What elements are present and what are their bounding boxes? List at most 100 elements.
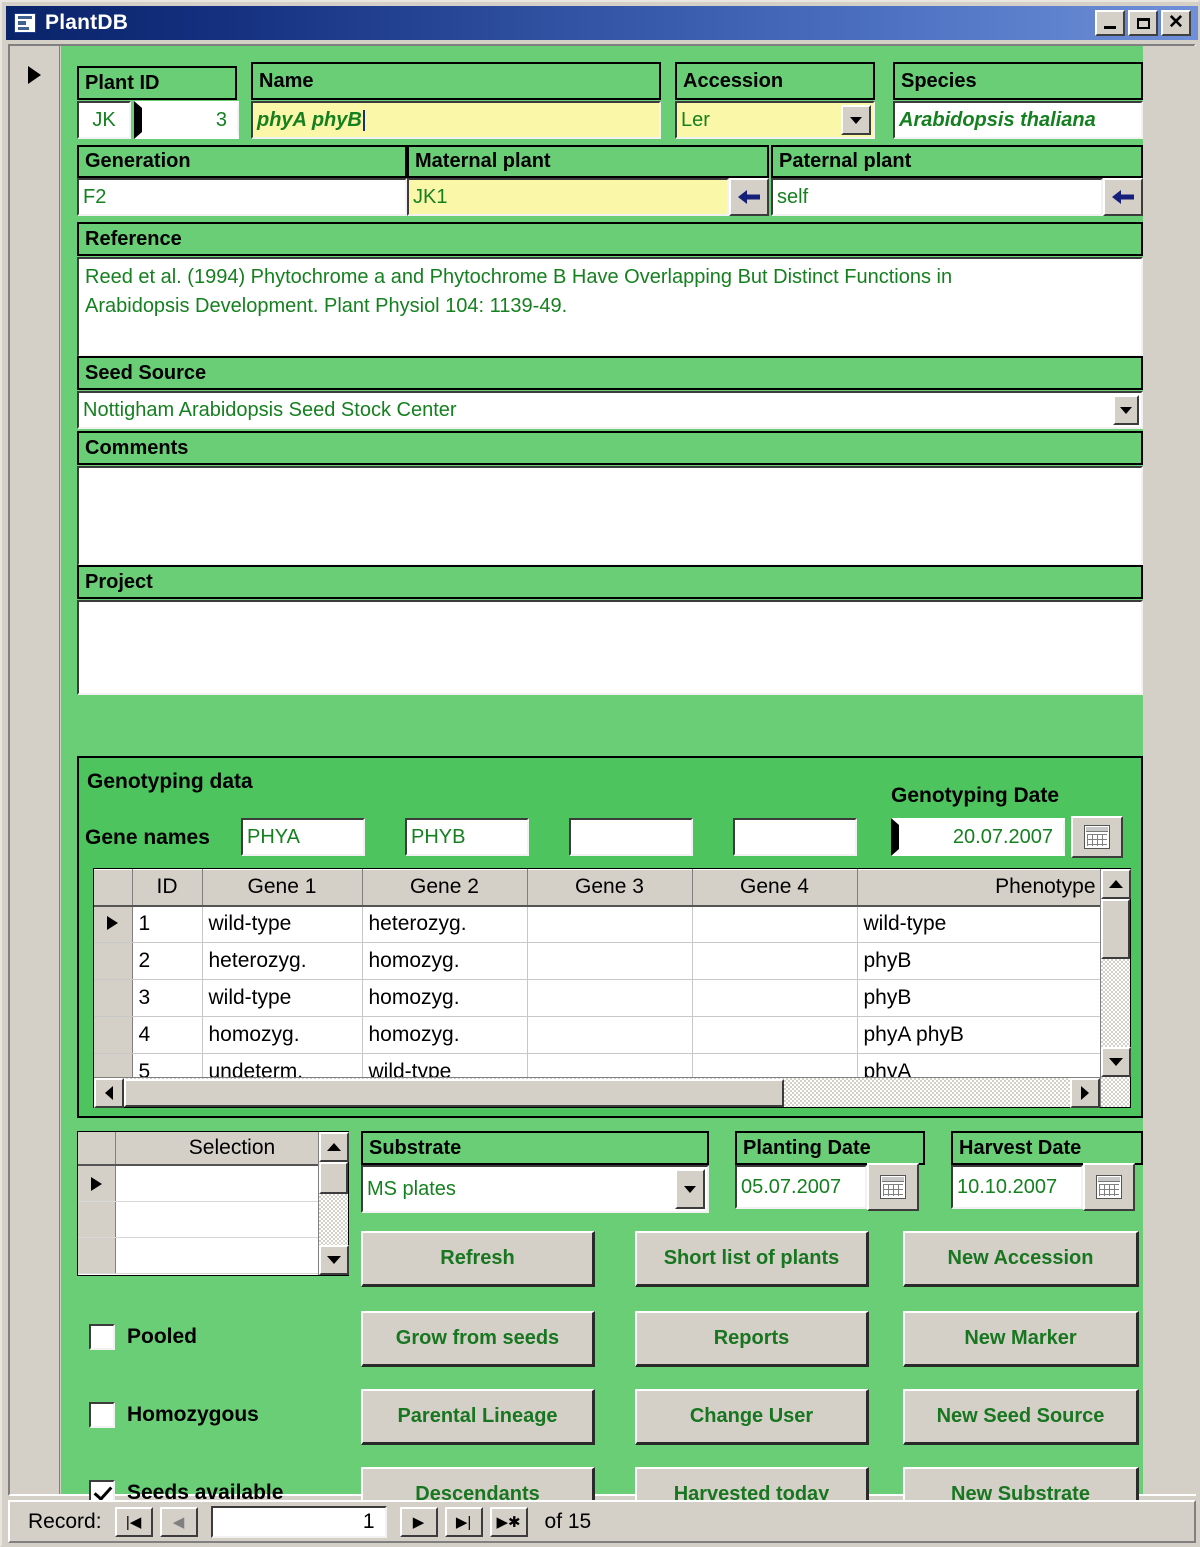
header-selector-corner[interactable] bbox=[94, 870, 132, 906]
genotyping-date-field[interactable]: 20.07.2007 bbox=[891, 818, 1065, 856]
species-field[interactable]: Arabidopsis thaliana bbox=[893, 101, 1143, 139]
horizontal-scroll-thumb[interactable] bbox=[124, 1079, 784, 1107]
table-row[interactable]: 3 wild-type homozyg. phyB bbox=[94, 980, 1102, 1017]
cell-id[interactable]: 2 bbox=[132, 943, 202, 980]
gene-name-4-field[interactable] bbox=[733, 818, 857, 856]
cell-phenotype[interactable]: phyB bbox=[857, 980, 1102, 1017]
short-list-of-plants-button[interactable]: Short list of plants bbox=[635, 1231, 869, 1287]
header-gene-4[interactable]: Gene 4 bbox=[692, 870, 857, 906]
cell-gene-4[interactable] bbox=[692, 943, 857, 980]
new-accession-button[interactable]: New Accession bbox=[903, 1231, 1139, 1287]
header-phenotype[interactable]: Phenotype bbox=[857, 870, 1102, 906]
accession-combo[interactable]: Ler bbox=[675, 101, 875, 139]
parental-lineage-button[interactable]: Parental Lineage bbox=[361, 1389, 595, 1445]
header-gene-3[interactable]: Gene 3 bbox=[527, 870, 692, 906]
cell-gene-3[interactable] bbox=[527, 1017, 692, 1054]
new-seed-source-button[interactable]: New Seed Source bbox=[903, 1389, 1139, 1445]
generation-field[interactable]: F2 bbox=[77, 178, 407, 216]
list-item[interactable] bbox=[78, 1166, 348, 1202]
chevron-down-icon[interactable] bbox=[1113, 395, 1139, 425]
chevron-down-icon[interactable] bbox=[841, 105, 871, 135]
row-selector[interactable] bbox=[78, 1238, 116, 1273]
gene-name-1-field[interactable]: PHYA bbox=[241, 818, 365, 856]
first-record-button[interactable]: |◀ bbox=[115, 1507, 153, 1537]
scroll-left-button[interactable] bbox=[94, 1078, 124, 1108]
cell-gene-1[interactable]: homozyg. bbox=[202, 1017, 362, 1054]
cell-gene-2[interactable]: homozyg. bbox=[362, 943, 527, 980]
row-selector[interactable] bbox=[94, 943, 132, 980]
pooled-checkbox-row[interactable]: Pooled bbox=[89, 1324, 197, 1350]
plant-id-number-field[interactable]: 3 bbox=[134, 101, 239, 139]
current-record-input[interactable]: 1 bbox=[211, 1506, 387, 1538]
gene-name-2-field[interactable]: PHYB bbox=[405, 818, 529, 856]
last-record-button[interactable]: ▶| bbox=[445, 1507, 483, 1537]
paternal-plant-goto-button[interactable] bbox=[1103, 178, 1143, 216]
chevron-down-icon[interactable] bbox=[675, 1169, 705, 1209]
scroll-up-button[interactable] bbox=[1101, 869, 1131, 899]
cell-phenotype[interactable]: phyB bbox=[857, 943, 1102, 980]
reference-field[interactable]: Reed et al. (1994) Phytochrome a and Phy… bbox=[77, 257, 1143, 357]
planting-date-field[interactable]: 05.07.2007 bbox=[735, 1165, 867, 1209]
reports-button[interactable]: Reports bbox=[635, 1311, 869, 1367]
selection-cell[interactable] bbox=[116, 1202, 348, 1237]
cell-gene-4[interactable] bbox=[692, 906, 857, 943]
cell-gene-1[interactable]: wild-type bbox=[202, 980, 362, 1017]
gene-name-3-field[interactable] bbox=[569, 818, 693, 856]
scroll-down-button[interactable] bbox=[1101, 1047, 1131, 1077]
cell-phenotype[interactable]: phyA phyB bbox=[857, 1017, 1102, 1054]
selection-cell[interactable] bbox=[116, 1238, 348, 1273]
cell-gene-1[interactable]: heterozyg. bbox=[202, 943, 362, 980]
cell-gene-2[interactable]: homozyg. bbox=[362, 980, 527, 1017]
harvest-date-field[interactable]: 10.10.2007 bbox=[951, 1165, 1083, 1209]
cell-gene-3[interactable] bbox=[527, 943, 692, 980]
table-row[interactable]: 1 wild-type heterozyg. wild-type bbox=[94, 906, 1102, 943]
vertical-scroll-thumb[interactable] bbox=[1101, 899, 1130, 959]
close-button[interactable]: ✕ bbox=[1161, 10, 1191, 36]
list-item[interactable] bbox=[78, 1202, 348, 1238]
name-field[interactable]: phyA phyB bbox=[251, 101, 661, 139]
maternal-plant-goto-button[interactable] bbox=[729, 178, 769, 216]
next-record-button[interactable]: ▶ bbox=[400, 1507, 438, 1537]
seed-source-combo[interactable]: Nottigham Arabidopsis Seed Stock Center bbox=[77, 391, 1143, 429]
cell-id[interactable]: 3 bbox=[132, 980, 202, 1017]
harvest-date-picker-button[interactable] bbox=[1083, 1163, 1135, 1211]
row-selector[interactable] bbox=[78, 1166, 116, 1201]
change-user-button[interactable]: Change User bbox=[635, 1389, 869, 1445]
maternal-plant-field[interactable]: JK1 bbox=[407, 178, 729, 216]
row-selector[interactable] bbox=[78, 1202, 116, 1237]
paternal-plant-field[interactable]: self bbox=[771, 178, 1103, 216]
cell-gene-1[interactable]: wild-type bbox=[202, 906, 362, 943]
selection-cell[interactable] bbox=[116, 1166, 348, 1201]
grow-from-seeds-button[interactable]: Grow from seeds bbox=[361, 1311, 595, 1367]
cell-gene-2[interactable]: heterozyg. bbox=[362, 906, 527, 943]
cell-gene-2[interactable]: homozyg. bbox=[362, 1017, 527, 1054]
refresh-button[interactable]: Refresh bbox=[361, 1231, 595, 1287]
scroll-right-button[interactable] bbox=[1070, 1078, 1100, 1108]
row-selector[interactable] bbox=[94, 906, 132, 943]
vertical-scroll-thumb[interactable] bbox=[319, 1162, 348, 1194]
header-gene-2[interactable]: Gene 2 bbox=[362, 870, 527, 906]
datasheet-horizontal-scrollbar[interactable] bbox=[94, 1077, 1100, 1107]
homozygous-checkbox[interactable] bbox=[89, 1402, 115, 1428]
new-record-button[interactable]: ▶✱ bbox=[490, 1507, 528, 1537]
cell-id[interactable]: 1 bbox=[132, 906, 202, 943]
cell-id[interactable]: 4 bbox=[132, 1017, 202, 1054]
selection-header-corner[interactable] bbox=[78, 1132, 116, 1164]
selection-header-label[interactable]: Selection bbox=[116, 1136, 348, 1160]
cell-gene-3[interactable] bbox=[527, 906, 692, 943]
maximize-button[interactable] bbox=[1128, 10, 1158, 36]
genotyping-datasheet[interactable]: ID Gene 1 Gene 2 Gene 3 Gene 4 Phenotype bbox=[93, 868, 1131, 1108]
new-marker-button[interactable]: New Marker bbox=[903, 1311, 1139, 1367]
record-selector-bar[interactable] bbox=[10, 46, 60, 1494]
minimize-button[interactable] bbox=[1095, 10, 1125, 36]
table-row[interactable]: 4 homozyg. homozyg. phyA phyB bbox=[94, 1017, 1102, 1054]
pooled-checkbox[interactable] bbox=[89, 1324, 115, 1350]
header-id[interactable]: ID bbox=[132, 870, 202, 906]
cell-gene-3[interactable] bbox=[527, 980, 692, 1017]
scroll-down-button[interactable] bbox=[319, 1245, 349, 1275]
scroll-up-button[interactable] bbox=[319, 1132, 349, 1162]
datasheet-vertical-scrollbar[interactable] bbox=[1100, 869, 1130, 1107]
substrate-combo[interactable]: MS plates bbox=[361, 1165, 709, 1213]
project-field[interactable] bbox=[77, 600, 1143, 695]
comments-field[interactable] bbox=[77, 466, 1143, 566]
